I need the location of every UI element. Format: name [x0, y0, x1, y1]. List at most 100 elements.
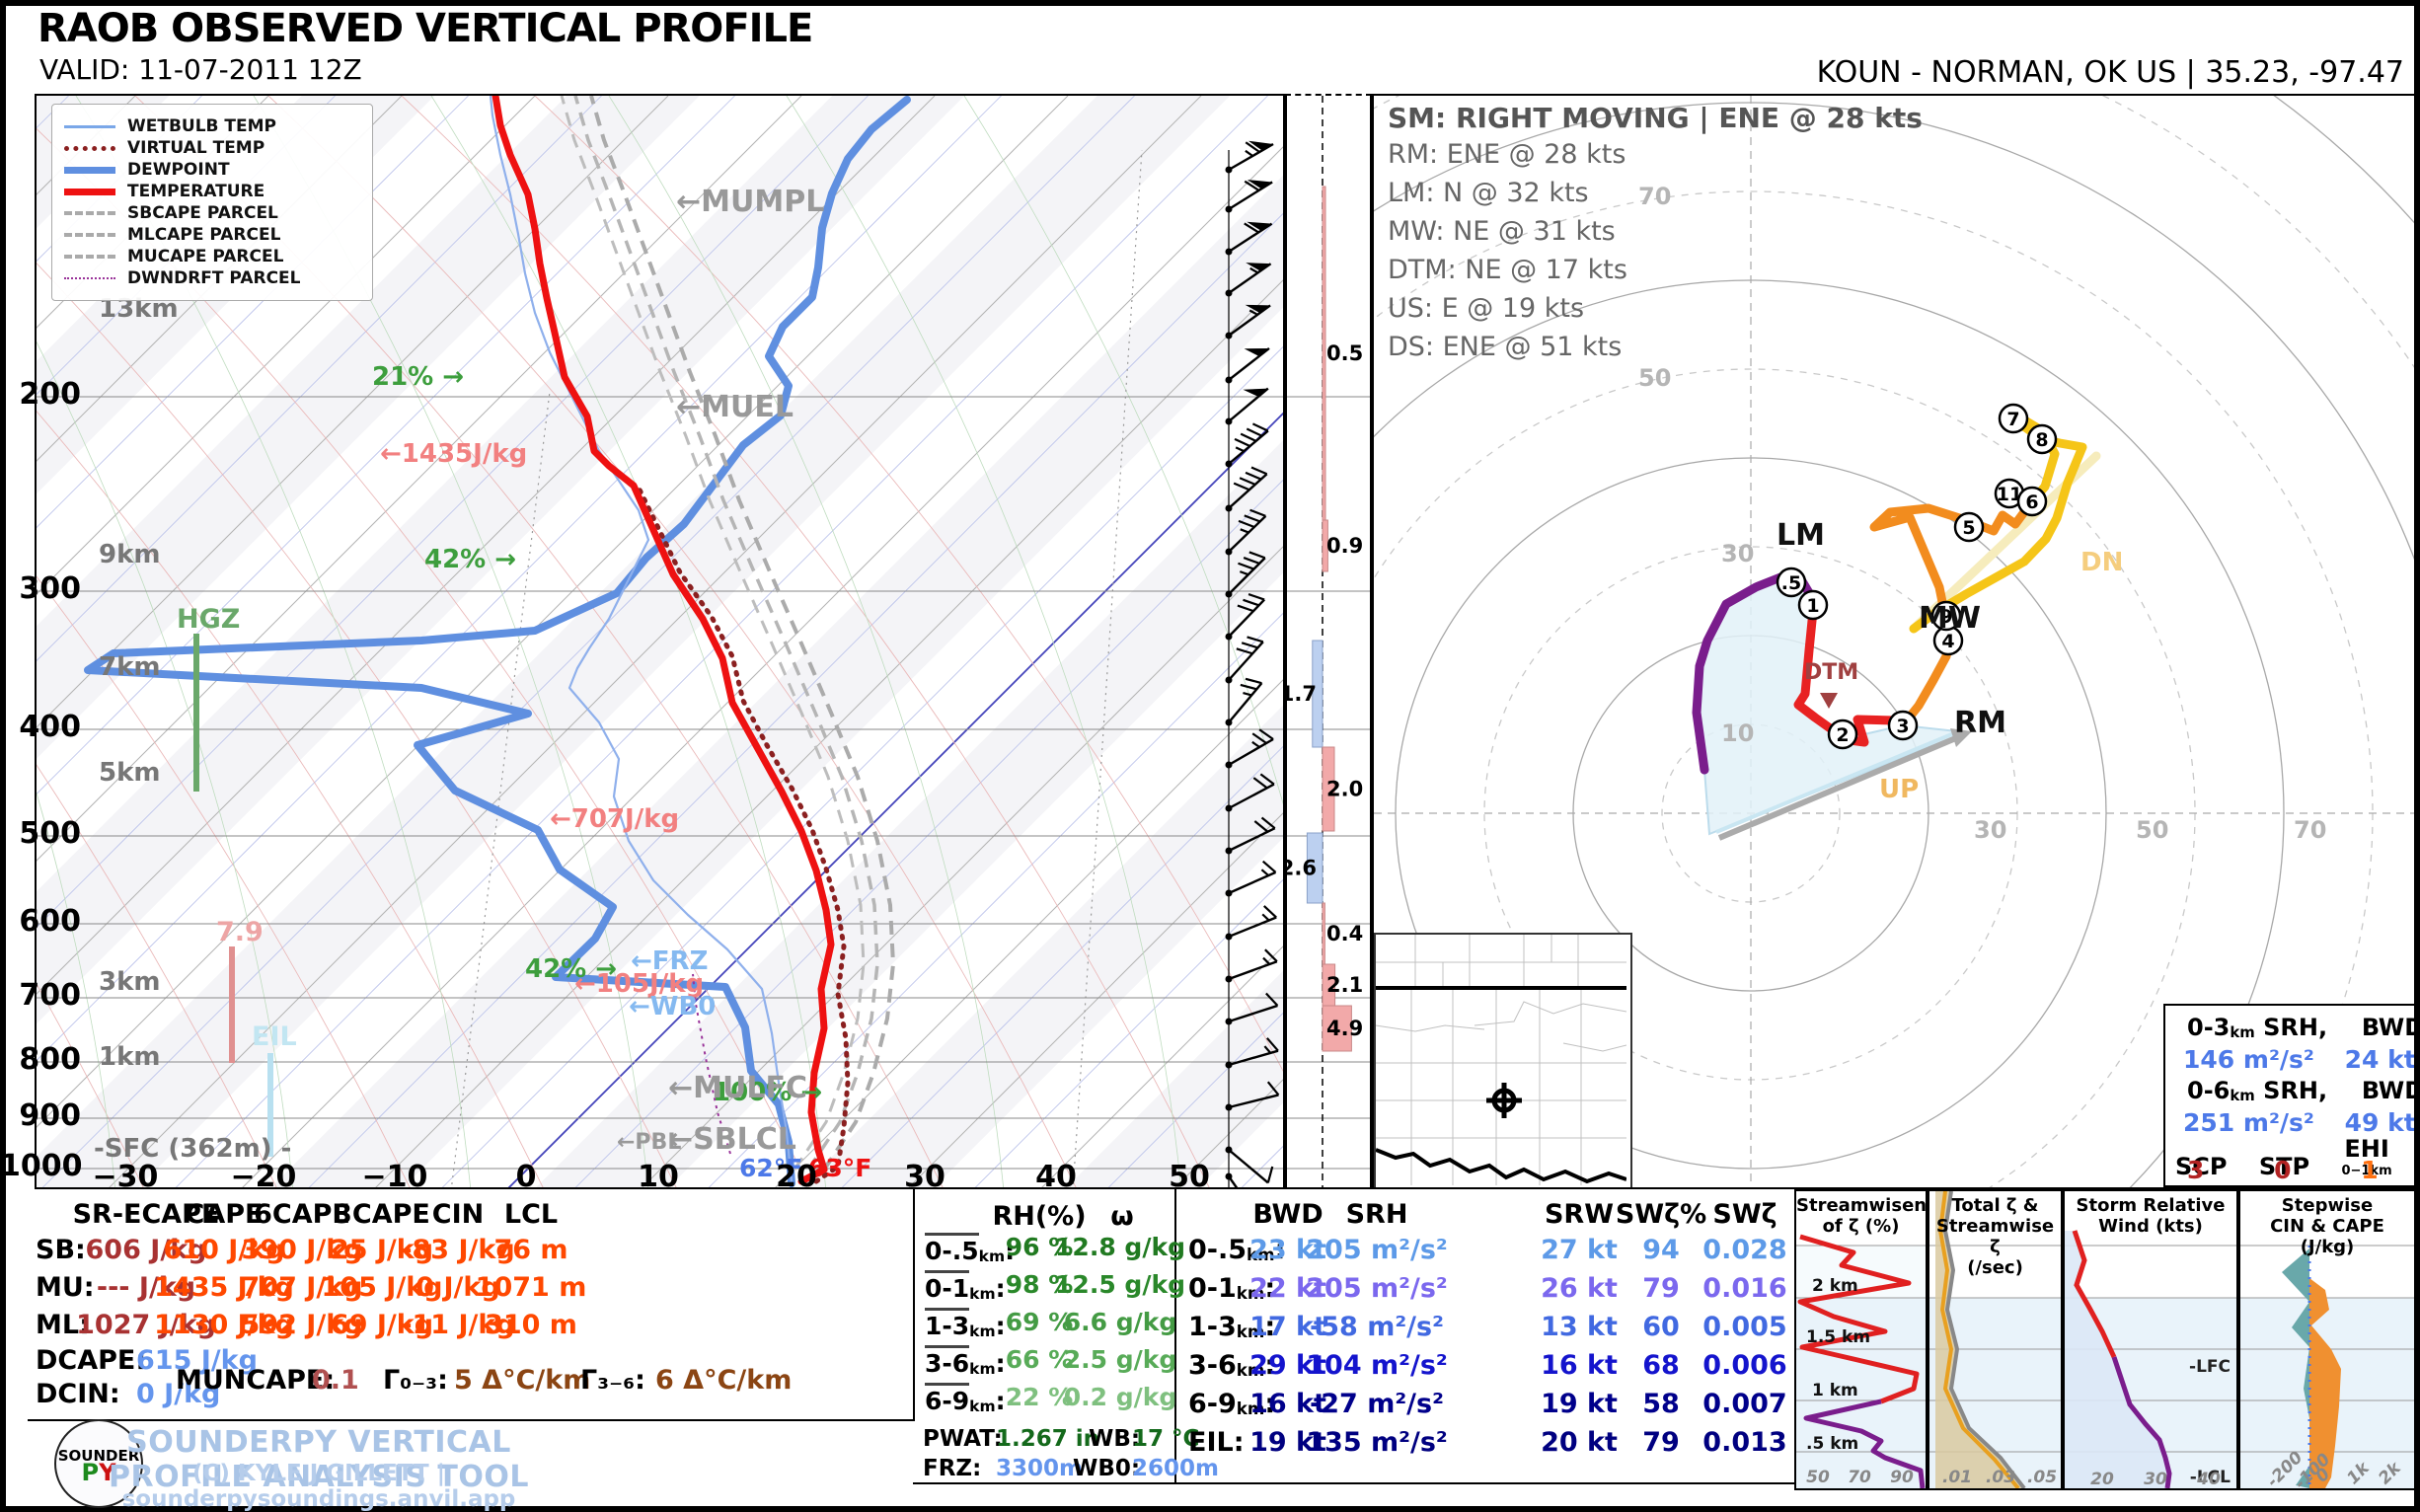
- hodograph-panel: .512349511678 SM: RIGHT MOVING | ENE @ 2…: [1372, 94, 2416, 1189]
- legend-item: MUCAPE PARCEL: [64, 247, 360, 266]
- figure-root: RAOB OBSERVED VERTICAL PROFILE VALID: 11…: [0, 0, 2420, 1512]
- footer-credit-link[interactable]: (C) KYLE J GILLETT | sounderpysoundings.…: [87, 1461, 551, 1512]
- wb0-label: ←WB0: [629, 992, 716, 1021]
- height-tick: 9km: [99, 540, 160, 569]
- legend-label: VIRTUAL TEMP: [127, 138, 265, 158]
- height-tick: 1km: [99, 1042, 160, 1072]
- legend-label: MLCAPE PARCEL: [127, 225, 280, 245]
- p2-title: Total ζ &: [1951, 1195, 2038, 1216]
- rh-row-label: 3-6km:: [925, 1345, 1006, 1378]
- legend-label: MUCAPE PARCEL: [127, 247, 283, 266]
- eil-label: EIL: [252, 1021, 297, 1052]
- mumpl-label: ←MUMPL: [676, 185, 824, 219]
- svg-text:.5: .5: [1781, 572, 1801, 594]
- hgz-label: HGZ: [177, 604, 240, 635]
- svg-text:1: 1: [1806, 595, 1819, 617]
- height-tick: 7km: [99, 652, 160, 682]
- layer-0-6: 0-6: [2187, 1077, 2230, 1104]
- shear-header: SRW: [1545, 1199, 1614, 1230]
- streamwiseness-panel: Streamwisenessof ζ (%) 2 km 1.5 km 1 km …: [1794, 1189, 1928, 1490]
- station-crosshair-icon: [1486, 1083, 1522, 1118]
- ehi-0-1-value: 1: [2361, 1156, 2378, 1184]
- shear-value: 20 kt: [1541, 1427, 1618, 1458]
- legend-item: WETBULB TEMP: [64, 116, 360, 136]
- legend-item: SBCAPE PARCEL: [64, 203, 360, 223]
- mixing-ratio-value: 0.2 g/kg: [1064, 1383, 1177, 1411]
- legend-swatch-icon: [64, 233, 115, 237]
- stp-value: 0: [2274, 1156, 2291, 1184]
- legend-label: DWNDRFT PARCEL: [127, 268, 301, 288]
- thermo-row-label: SB:: [36, 1235, 86, 1265]
- storm-motion-line: DTM: NE @ 17 kts: [1388, 255, 1627, 285]
- shear-value: 79: [1642, 1273, 1680, 1304]
- pressure-tick: 1000: [0, 1149, 81, 1183]
- pressure-tick: 800: [0, 1042, 81, 1077]
- thermo-header: LCL: [504, 1199, 558, 1230]
- mixing-ratio-value: 2.5 g/kg: [1064, 1345, 1177, 1374]
- shear-value: -58 m²/s²: [1310, 1312, 1444, 1342]
- svg-text:6: 6: [2025, 491, 2038, 513]
- dn-label: DN: [2080, 548, 2123, 577]
- frz-row-label: FRZ:: [923, 1456, 981, 1481]
- shear-value: 19 kt: [1541, 1389, 1618, 1419]
- frz-value: 3300m: [996, 1456, 1083, 1481]
- shear-value: 58: [1642, 1389, 1680, 1419]
- dtm-marker: [1820, 693, 1838, 709]
- legend-label: DEWPOINT: [127, 160, 230, 180]
- h-2km: 2 km: [1812, 1276, 1858, 1296]
- legend-swatch-icon: [64, 211, 115, 215]
- srh-word: SRH,: [2263, 1014, 2327, 1041]
- svg-text:3: 3: [1896, 716, 1909, 737]
- mlcape-parcel-curve: [575, 96, 877, 1170]
- pressure-tick: 900: [0, 1098, 81, 1133]
- thermo-header: 3CAPE: [334, 1199, 430, 1230]
- valid-time: VALID: 11-07-2011 12Z: [39, 53, 362, 86]
- h-0-5km: .5 km: [1806, 1434, 1858, 1454]
- page-title: RAOB OBSERVED VERTICAL PROFILE: [38, 6, 812, 51]
- rh-annotation-42a: 42% →: [424, 545, 516, 574]
- srh-0-6-value: 251 m²/s²: [2183, 1108, 2314, 1137]
- storm-motion-line: MW: NE @ 31 kts: [1388, 216, 1616, 247]
- mixing-ratio-value: 12.5 g/kg: [1055, 1270, 1185, 1299]
- shear-value: 60: [1642, 1312, 1680, 1342]
- omega-header: ω: [1110, 1201, 1133, 1232]
- storm-relative-wind-panel: Storm RelativeWind (kts) -LFC -LCL 20 30…: [2063, 1189, 2238, 1490]
- oklahoma-map: [1376, 935, 1626, 1185]
- shear-value: 26 kt: [1541, 1273, 1618, 1304]
- thermo-row-label: MU:: [36, 1272, 95, 1303]
- thermo-header: CAPE: [186, 1199, 264, 1230]
- thermo-value: 310 m: [485, 1310, 577, 1340]
- shear-value: 13 kt: [1541, 1312, 1618, 1342]
- legend-item: VIRTUAL TEMP: [64, 138, 360, 158]
- shear-value: 0.028: [1702, 1235, 1786, 1265]
- red-river-border: [1376, 1150, 1626, 1181]
- rh-annotation-21: 21% →: [372, 362, 464, 392]
- mixing-ratio-value: 6.6 g/kg: [1064, 1308, 1177, 1336]
- p4-title: Stepwise: [2282, 1195, 2373, 1216]
- shear-table: BWDSRHSRWSWζ%SWζ0-.5km:23 kt205 m²/s²27 …: [1174, 1189, 1794, 1484]
- dcin-label: DCIN:: [36, 1379, 120, 1409]
- pressure-tick: 500: [0, 816, 81, 851]
- hodo-ring-label: 50: [2136, 816, 2168, 844]
- storm-motion-sm: SM: RIGHT MOVING | ENE @ 28 kts: [1388, 102, 1923, 134]
- lfc-marker: -LFC: [2189, 1357, 2231, 1377]
- svg-text:8: 8: [2035, 429, 2048, 451]
- layer-0-3: 0-3: [2187, 1014, 2230, 1041]
- rh-row-label: 1-3km:: [925, 1308, 1006, 1340]
- station-title: KOUN - NORMAN, OK US | 35.23, -97.47: [1817, 55, 2404, 90]
- shear-value: 0.005: [1702, 1312, 1786, 1342]
- srh-bwd-info-box: 0-3km SRH, BWD 146 m²/s² 24 kt 0-6km SRH…: [2163, 1004, 2416, 1187]
- lapse-3-6-value: 6 Δ°C/km: [655, 1365, 792, 1396]
- p1-title: Streamwiseness: [1796, 1195, 1928, 1216]
- rh-row-label: 6-9km:: [925, 1383, 1006, 1415]
- shear-header: SRH: [1346, 1199, 1408, 1230]
- legend-swatch-icon: [64, 125, 115, 128]
- legend-label: TEMPERATURE: [127, 182, 265, 201]
- rh-row-label: 0-1km:: [925, 1270, 1006, 1303]
- shear-value: 0.016: [1702, 1273, 1786, 1304]
- legend-swatch-icon: [64, 167, 115, 174]
- shear-value: 94: [1642, 1235, 1680, 1265]
- pressure-tick: 200: [0, 377, 81, 412]
- bwd-0-3-value: 24 kt: [2345, 1045, 2416, 1074]
- storm-motion-line: RM: ENE @ 28 kts: [1388, 139, 1626, 170]
